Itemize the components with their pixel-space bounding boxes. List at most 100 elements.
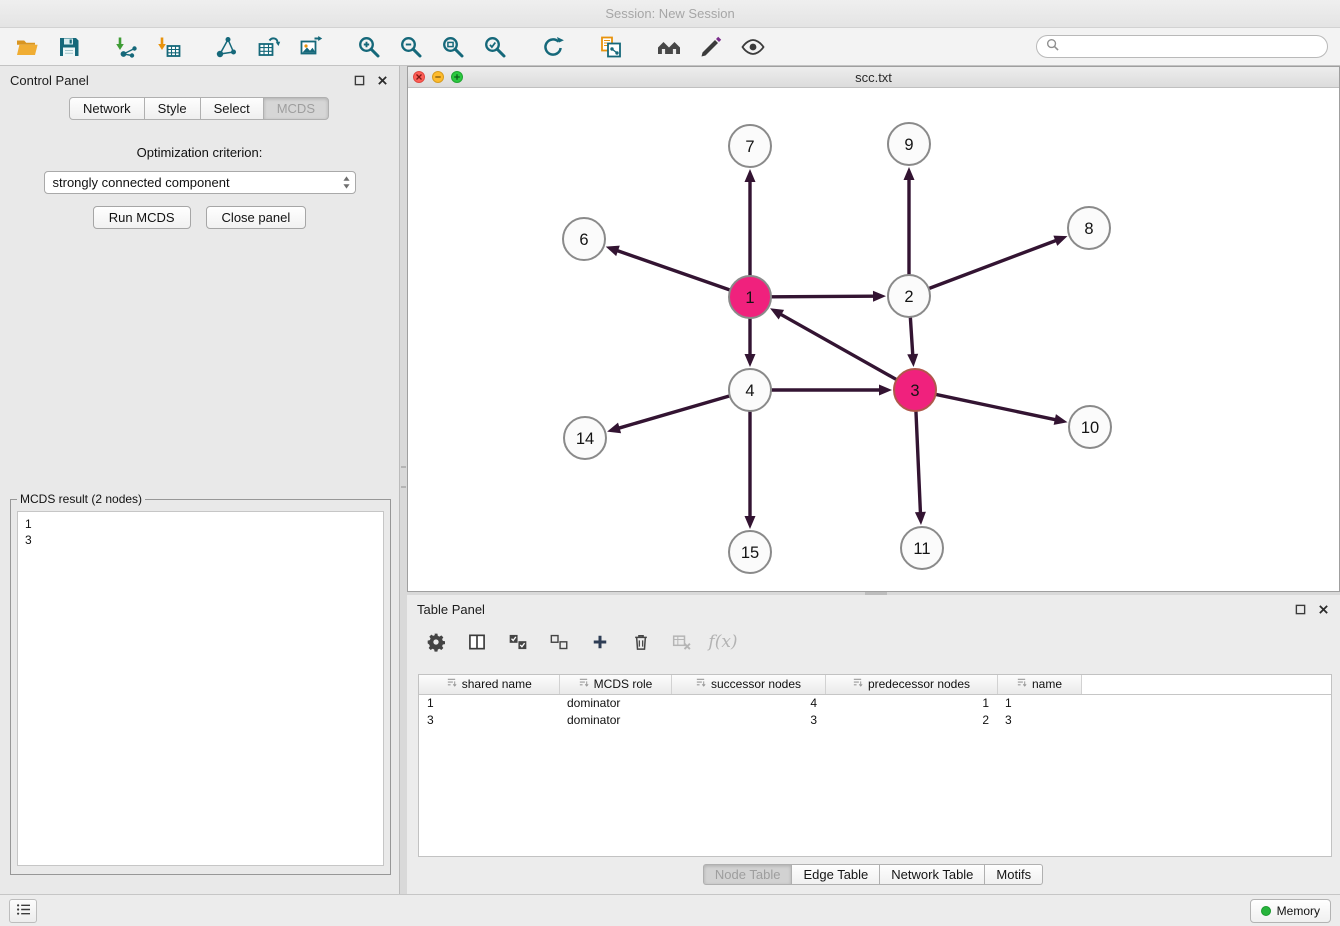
graph-edge-3-1[interactable] — [770, 308, 896, 379]
graph-node-4[interactable]: 4 — [729, 369, 771, 411]
toggle-graphics-details-button[interactable] — [738, 33, 768, 61]
toolbar-group — [354, 33, 510, 61]
network-from-selection-button[interactable] — [596, 33, 626, 61]
tab-motifs[interactable]: Motifs — [984, 864, 1043, 885]
main-toolbar — [0, 28, 1340, 66]
minimize-window-button[interactable] — [432, 71, 444, 83]
table-cell-mcds-role[interactable]: dominator — [559, 711, 671, 728]
table-row[interactable]: 3dominator323 — [419, 711, 1331, 728]
vertical-splitter[interactable] — [400, 66, 407, 894]
column-header-mcds-role[interactable]: MCDS role — [559, 675, 671, 694]
table-panel-float-button[interactable] — [1293, 602, 1307, 616]
first-neighbors-button[interactable] — [654, 33, 684, 61]
select-all-rows-button[interactable] — [505, 629, 531, 655]
mcds-result-list[interactable]: 1 3 — [17, 511, 384, 866]
export-image-button[interactable] — [296, 33, 326, 61]
zoom-fit-icon — [441, 35, 465, 59]
search-field[interactable] — [1036, 35, 1328, 58]
table-cell-predecessor-nodes[interactable]: 1 — [825, 694, 997, 711]
search-icon — [1046, 38, 1059, 56]
graph-node-6[interactable]: 6 — [563, 218, 605, 260]
svg-text:15: 15 — [741, 544, 759, 562]
control-panel-float-button[interactable] — [352, 73, 366, 87]
import-table-from-file-button[interactable] — [154, 33, 184, 61]
column-header-predecessor-nodes[interactable]: predecessor nodes — [825, 675, 997, 694]
create-column-button[interactable] — [587, 629, 613, 655]
graph-node-11[interactable]: 11 — [901, 527, 943, 569]
graph-node-15[interactable]: 15 — [729, 531, 771, 573]
graph-edge-2-8[interactable] — [930, 236, 1068, 289]
apply-style-button[interactable] — [696, 33, 726, 61]
graph-edge-2-3[interactable] — [907, 318, 918, 367]
graph-edge-3-11[interactable] — [915, 412, 926, 525]
memory-button[interactable]: Memory — [1250, 899, 1331, 923]
graph-node-3[interactable]: 3 — [894, 369, 936, 411]
zoom-fit-button[interactable] — [438, 33, 468, 61]
graph-node-1[interactable]: 1 — [729, 276, 771, 318]
table-settings-button[interactable] — [423, 629, 449, 655]
svg-text:8: 8 — [1084, 220, 1093, 238]
deselect-all-rows-button[interactable] — [546, 629, 572, 655]
graph-edge-2-9[interactable] — [904, 167, 915, 274]
tab-select[interactable]: Select — [200, 97, 264, 120]
maximize-window-button[interactable] — [451, 71, 463, 83]
tab-network[interactable]: Network — [69, 97, 145, 120]
table-cell-name[interactable]: 3 — [997, 711, 1081, 728]
search-input[interactable] — [1064, 40, 1318, 54]
zoom-out-button[interactable] — [396, 33, 426, 61]
column-label: successor nodes — [711, 677, 801, 691]
graph-edge-4-15[interactable] — [745, 412, 756, 529]
table-cell-successor-nodes[interactable]: 3 — [671, 711, 825, 728]
control-panel-close-button[interactable] — [375, 73, 389, 87]
panel-menu-button[interactable] — [9, 899, 37, 923]
column-chooser-button[interactable] — [464, 629, 490, 655]
graph-node-8[interactable]: 8 — [1068, 207, 1110, 249]
graph-node-7[interactable]: 7 — [729, 125, 771, 167]
close-panel-button[interactable]: Close panel — [206, 206, 307, 229]
graph-edge-1-2[interactable] — [772, 291, 886, 302]
graph-node-10[interactable]: 10 — [1069, 406, 1111, 448]
tab-style[interactable]: Style — [144, 97, 201, 120]
graph-edge-1-6[interactable] — [606, 246, 730, 290]
graph-node-2[interactable]: 2 — [888, 275, 930, 317]
graph-node-9[interactable]: 9 — [888, 123, 930, 165]
network-canvas[interactable]: 7 9 6 8 1 2 4 3 14 10 15 11 — [408, 88, 1339, 591]
table-cell-mcds-role[interactable]: dominator — [559, 694, 671, 711]
open-file-button[interactable] — [12, 33, 42, 61]
column-header-shared-name[interactable]: shared name — [419, 675, 559, 694]
table-cell-successor-nodes[interactable]: 4 — [671, 694, 825, 711]
graph-edge-1-7[interactable] — [745, 169, 756, 275]
column-header-name[interactable]: name — [997, 675, 1081, 694]
table-cell-shared-name[interactable]: 3 — [419, 711, 559, 728]
new-network-button[interactable] — [212, 33, 242, 61]
column-header-successor-nodes[interactable]: successor nodes — [671, 675, 825, 694]
table-cell-predecessor-nodes[interactable]: 2 — [825, 711, 997, 728]
close-window-button[interactable] — [413, 71, 425, 83]
criterion-dropdown[interactable]: strongly connected component — [44, 171, 356, 194]
import-network-from-file-button[interactable] — [112, 33, 142, 61]
zoom-selected-button[interactable] — [480, 33, 510, 61]
refresh-view-button[interactable] — [538, 33, 568, 61]
new-network-table-button[interactable] — [254, 33, 284, 61]
graph-edge-4-3[interactable] — [772, 385, 892, 396]
graph-node-14[interactable]: 14 — [564, 417, 606, 459]
sort-icon — [446, 677, 457, 691]
delete-columns-button[interactable] — [628, 629, 654, 655]
table-cell-shared-name[interactable]: 1 — [419, 694, 559, 711]
tab-edge-table[interactable]: Edge Table — [791, 864, 880, 885]
network-graph[interactable]: 7 9 6 8 1 2 4 3 14 10 15 11 — [408, 88, 1339, 591]
table-cell-filler — [1081, 694, 1331, 711]
tab-mcds[interactable]: MCDS — [263, 97, 329, 120]
table-panel-close-button[interactable] — [1316, 602, 1330, 616]
graph-edge-3-10[interactable] — [937, 395, 1068, 425]
tab-network-table[interactable]: Network Table — [879, 864, 985, 885]
table-cell-name[interactable]: 1 — [997, 694, 1081, 711]
table-row[interactable]: 1dominator411 — [419, 694, 1331, 711]
graph-edge-1-4[interactable] — [745, 319, 756, 367]
tab-node-table[interactable]: Node Table — [703, 864, 793, 885]
run-mcds-button[interactable]: Run MCDS — [93, 206, 191, 229]
zoom-in-button[interactable] — [354, 33, 384, 61]
toolbar-group — [654, 33, 768, 61]
graph-edge-4-14[interactable] — [607, 396, 729, 433]
save-session-button[interactable] — [54, 33, 84, 61]
